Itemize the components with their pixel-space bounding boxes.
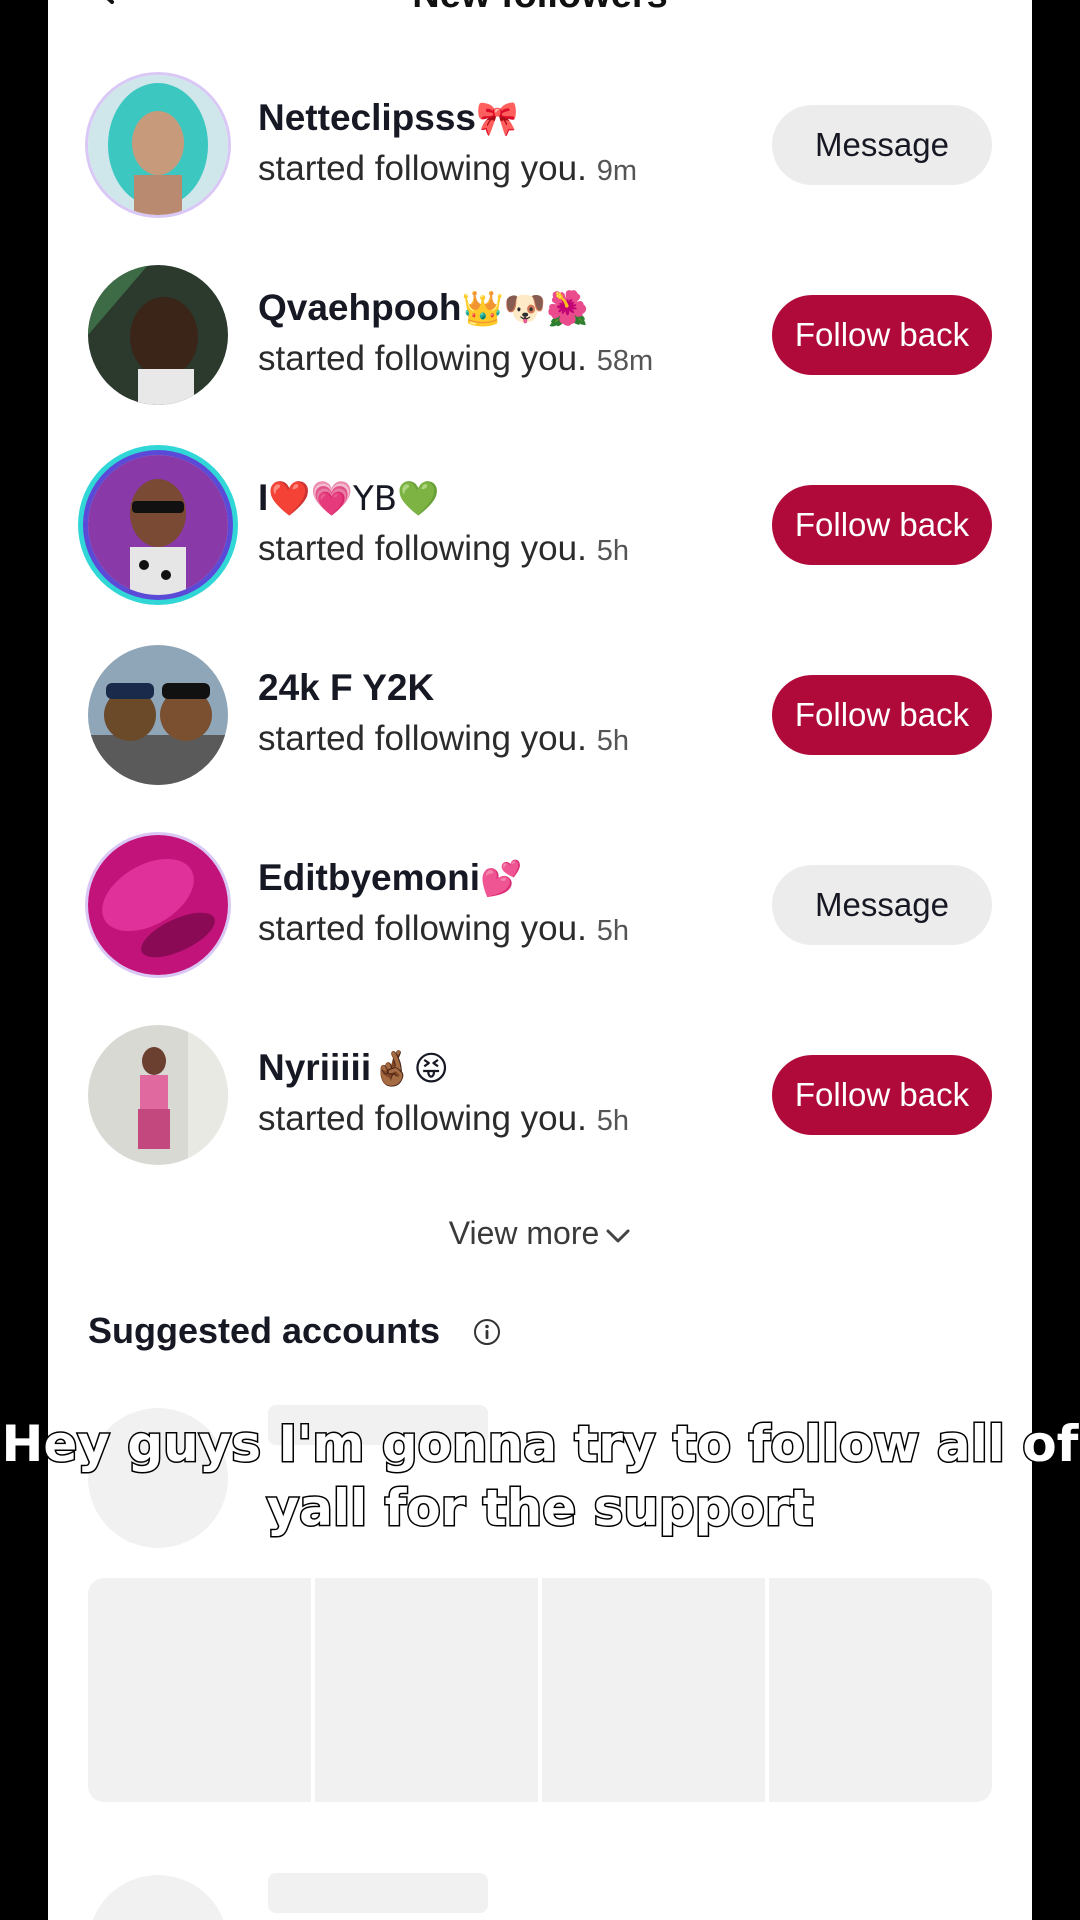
follow-back-button[interactable]: Follow back: [772, 1055, 992, 1135]
message-button[interactable]: Message: [772, 105, 992, 185]
timestamp: 5h: [596, 725, 630, 757]
follow-back-button[interactable]: Follow back: [772, 485, 992, 565]
skeleton-avatar: [88, 1875, 228, 1920]
follower-name[interactable]: Qvaehpooh👑🐶🌺: [258, 287, 589, 329]
follow-text: started following you. 58m: [258, 339, 654, 378]
timestamp: 5h: [596, 535, 630, 567]
follow-back-button[interactable]: Follow back: [772, 675, 992, 755]
skeleton-line: [268, 1873, 488, 1913]
follow-back-button[interactable]: Follow back: [772, 295, 992, 375]
follower-name[interactable]: Editbyemoni💕: [258, 857, 522, 899]
follower-row[interactable]: I❤️💗YB💚 started following you. 5h Follow …: [48, 455, 1032, 605]
skeleton-grid: [88, 1578, 992, 1802]
timestamp: 5h: [596, 1105, 630, 1137]
follower-name[interactable]: I❤️💗YB💚: [258, 477, 439, 519]
avatar[interactable]: [88, 75, 228, 215]
timestamp: 9m: [596, 155, 638, 187]
avatar[interactable]: [88, 455, 228, 595]
follow-text: started following you. 5h: [258, 529, 630, 568]
avatar[interactable]: [88, 265, 228, 405]
skeleton-tile: [315, 1578, 538, 1802]
section-title: Suggested accounts: [88, 1310, 441, 1351]
follower-name[interactable]: Netteclipsss🎀: [258, 97, 518, 139]
follow-text: started following you. 5h: [258, 909, 630, 948]
follower-name[interactable]: 24k F Y2K: [258, 667, 434, 709]
skeleton-tile: [88, 1578, 311, 1802]
avatar[interactable]: [88, 835, 228, 975]
follower-name[interactable]: Nyriiiii🤞🏾😝: [258, 1047, 449, 1089]
skeleton-tile: [542, 1578, 765, 1802]
info-icon[interactable]: [472, 1317, 502, 1347]
timestamp: 58m: [596, 345, 654, 377]
timestamp: 5h: [596, 915, 630, 947]
video-caption: Hey guys I'm gonna try to follow all of …: [0, 1414, 1080, 1539]
follower-row[interactable]: Qvaehpooh👑🐶🌺 started following you. 58m F…: [48, 265, 1032, 415]
message-button[interactable]: Message: [772, 865, 992, 945]
follower-row[interactable]: Editbyemoni💕 started following you. 5h Me…: [48, 835, 1032, 985]
follow-text: started following you. 5h: [258, 719, 630, 758]
follower-row[interactable]: Nyriiiii🤞🏾😝 started following you. 5h Fol…: [48, 1025, 1032, 1175]
follower-row[interactable]: 24k F Y2K started following you. 5h Follo…: [48, 645, 1032, 795]
avatar[interactable]: [88, 645, 228, 785]
avatar[interactable]: [88, 1025, 228, 1165]
follow-text: started following you. 5h: [258, 1099, 630, 1138]
follower-row[interactable]: Netteclipsss🎀 started following you. 9m M…: [48, 75, 1032, 225]
skeleton-tile: [769, 1578, 992, 1802]
page-title: New followers: [48, 0, 1032, 17]
follow-text: started following you. 9m: [258, 149, 638, 188]
notifications-panel: New followers Netteclipsss🎀 started foll…: [48, 0, 1032, 1920]
view-more-button[interactable]: View more: [48, 1215, 1032, 1252]
chevron-down-icon: [606, 1229, 630, 1243]
